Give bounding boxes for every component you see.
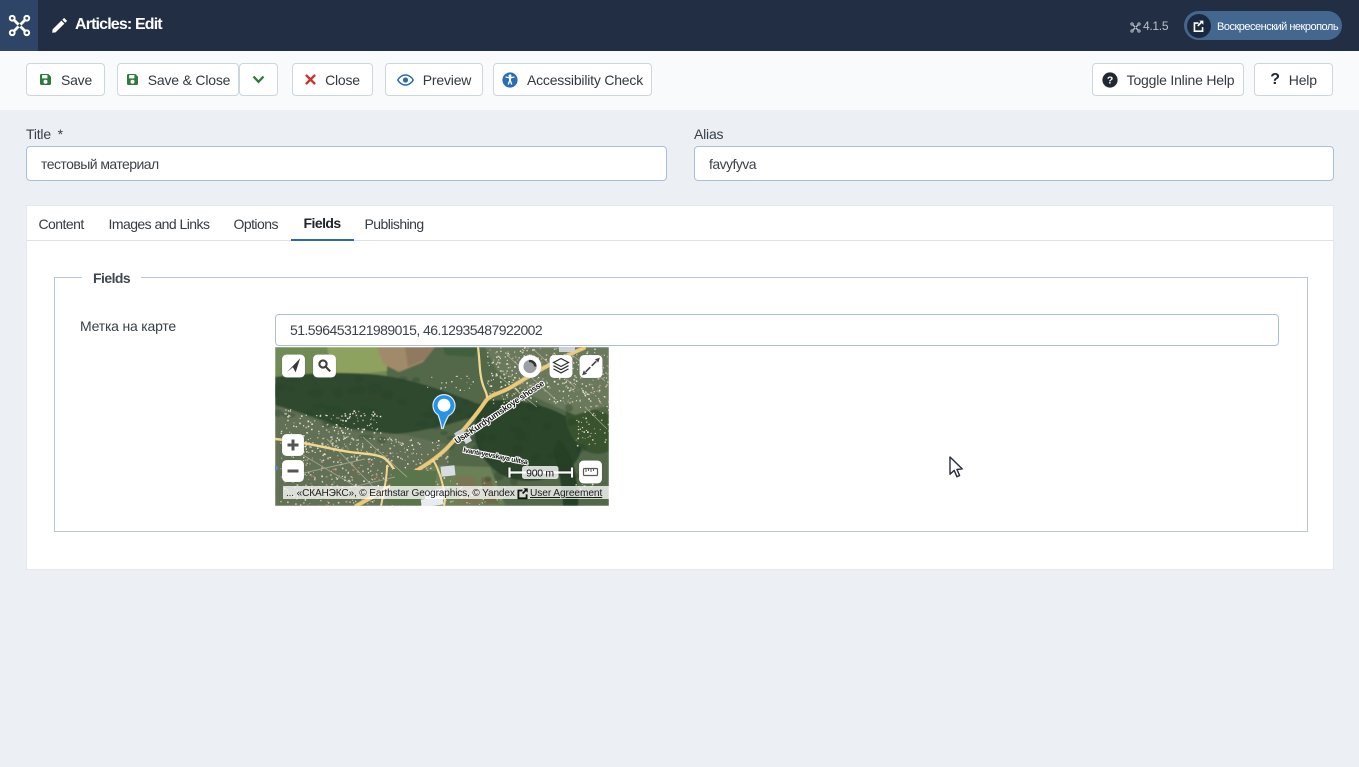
svg-text:... «СКАНЭКС», © Earthstar Geo: ... «СКАНЭКС», © Earthstar Geographics, …: [286, 488, 515, 499]
svg-text:User Agreement: User Agreement: [530, 488, 602, 499]
svg-text:?: ?: [1107, 74, 1113, 86]
svg-text:900 m: 900 m: [526, 467, 554, 479]
